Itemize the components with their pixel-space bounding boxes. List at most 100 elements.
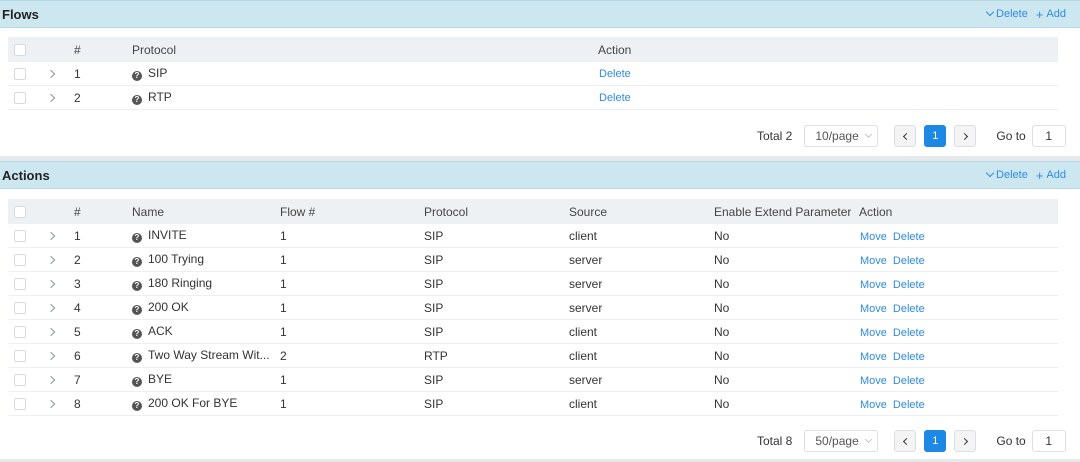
table-row: 2 ? RTP Delete xyxy=(8,86,1058,110)
goto-page-input[interactable]: 1 xyxy=(1031,430,1066,452)
delete-link[interactable]: Delete xyxy=(893,399,925,411)
col-flow: Flow # xyxy=(280,204,316,219)
delete-link[interactable]: Delete xyxy=(893,279,925,291)
col-num: # xyxy=(74,204,81,219)
move-link[interactable]: Move xyxy=(860,255,887,267)
question-circle-icon: ? xyxy=(132,304,142,315)
chevron-right-icon[interactable] xyxy=(46,303,56,312)
table-row: 6 ? Two Way Stream Wit... 2 RTP client No Move D… xyxy=(8,344,1058,368)
actions-table-body: 1 ? INVITE 1 SIP client No Move Delete 2 ? 100 Tryi… xyxy=(8,224,1058,416)
row-protocol: SIP xyxy=(424,324,444,339)
row-checkbox[interactable] xyxy=(14,397,26,410)
row-num: 3 xyxy=(74,276,81,291)
prev-page-button[interactable] xyxy=(894,430,917,452)
next-page-button[interactable] xyxy=(954,430,977,452)
move-link[interactable]: Move xyxy=(860,375,887,387)
move-link[interactable]: Move xyxy=(860,279,887,291)
row-name: ? INVITE xyxy=(132,228,187,243)
page-size-select[interactable]: 10/page xyxy=(804,125,879,147)
chevron-right-icon[interactable] xyxy=(46,69,56,78)
chevron-right-icon[interactable] xyxy=(46,279,56,288)
delete-link[interactable]: Delete xyxy=(893,231,925,243)
row-actions: Move Delete xyxy=(860,229,925,243)
chevron-right-icon[interactable] xyxy=(46,399,56,408)
flows-add-button[interactable]: + Add xyxy=(1036,8,1066,21)
question-circle-icon: ? xyxy=(132,352,142,363)
page-size-select[interactable]: 50/page xyxy=(804,430,879,452)
col-protocol: Protocol xyxy=(132,42,177,57)
flows-table-header: # Protocol Action xyxy=(8,37,1058,62)
row-name: ? Two Way Stream Wit... xyxy=(132,348,270,363)
actions-header: Actions Delete + Add xyxy=(0,161,1080,189)
row-num: 8 xyxy=(74,396,81,411)
row-checkbox[interactable] xyxy=(14,373,26,386)
chevron-left-icon xyxy=(902,132,910,140)
actions-title: Actions xyxy=(2,167,50,183)
row-checkbox[interactable] xyxy=(14,91,26,104)
delete-link[interactable]: Delete xyxy=(599,92,631,104)
row-actions: Move Delete xyxy=(860,277,925,291)
chevron-right-icon[interactable] xyxy=(46,93,56,102)
chevron-right-icon[interactable] xyxy=(46,351,56,360)
actions-delete-button[interactable]: Delete xyxy=(985,168,1028,181)
chevron-right-icon[interactable] xyxy=(46,375,56,384)
flows-header-actions: Delete + Add xyxy=(985,7,1066,21)
chevron-right-icon[interactable] xyxy=(46,327,56,336)
row-extend-param: No xyxy=(714,324,730,339)
row-protocol: SIP xyxy=(424,372,444,387)
question-circle-icon: ? xyxy=(132,256,142,267)
chevron-down-icon xyxy=(985,168,995,178)
page-1-button[interactable]: 1 xyxy=(924,125,947,147)
next-page-button[interactable] xyxy=(954,125,977,147)
row-actions: Move Delete xyxy=(860,301,925,315)
row-actions: Move Delete xyxy=(860,397,925,411)
select-all-checkbox[interactable] xyxy=(14,205,26,218)
row-name: ? 200 OK xyxy=(132,300,189,315)
move-link[interactable]: Move xyxy=(860,399,887,411)
move-link[interactable]: Move xyxy=(860,303,887,315)
table-row: 8 ? 200 OK For BYE 1 SIP client No Move Delete xyxy=(8,392,1058,416)
row-name: ? 100 Trying xyxy=(132,252,204,267)
prev-page-button[interactable] xyxy=(894,125,917,147)
delete-link[interactable]: Delete xyxy=(893,303,925,315)
row-checkbox[interactable] xyxy=(14,301,26,314)
delete-link[interactable]: Delete xyxy=(893,375,925,387)
goto-page-input[interactable]: 1 xyxy=(1031,125,1066,147)
row-checkbox[interactable] xyxy=(14,229,26,242)
select-all-checkbox[interactable] xyxy=(14,43,26,56)
row-checkbox[interactable] xyxy=(14,277,26,290)
row-checkbox[interactable] xyxy=(14,325,26,338)
row-name: ? ACK xyxy=(132,324,173,339)
row-source: client xyxy=(569,228,598,243)
chevron-right-icon xyxy=(960,437,968,445)
delete-link[interactable]: Delete xyxy=(893,255,925,267)
delete-link[interactable]: Delete xyxy=(893,351,925,363)
page-1-button[interactable]: 1 xyxy=(924,430,947,452)
actions-add-button[interactable]: + Add xyxy=(1036,169,1066,182)
actions-table: # Name Flow # Protocol Source Enable Ext… xyxy=(8,199,1058,416)
row-name: ? 180 Ringing xyxy=(132,276,212,291)
row-checkbox[interactable] xyxy=(14,349,26,362)
row-actions: Move Delete xyxy=(860,349,925,363)
flows-delete-button[interactable]: Delete xyxy=(985,7,1028,20)
row-name: ? BYE xyxy=(132,372,172,387)
row-source: client xyxy=(569,348,598,363)
chevron-right-icon[interactable] xyxy=(46,255,56,264)
delete-link[interactable]: Delete xyxy=(599,68,631,80)
delete-link[interactable]: Delete xyxy=(893,327,925,339)
actions-header-actions: Delete + Add xyxy=(985,168,1066,182)
row-protocol: ? RTP xyxy=(132,90,172,105)
row-extend-param: No xyxy=(714,252,730,267)
move-link[interactable]: Move xyxy=(860,327,887,339)
row-checkbox[interactable] xyxy=(14,67,26,80)
row-num: 5 xyxy=(74,324,81,339)
chevron-right-icon[interactable] xyxy=(46,231,56,240)
move-link[interactable]: Move xyxy=(860,231,887,243)
row-extend-param: No xyxy=(714,300,730,315)
flows-title: Flows xyxy=(2,6,39,22)
row-source: server xyxy=(569,372,603,387)
flows-header: Flows Delete + Add xyxy=(0,0,1080,28)
flows-table: # Protocol Action 1 ? SIP Delete 2 ? RTP D… xyxy=(8,37,1058,110)
move-link[interactable]: Move xyxy=(860,351,887,363)
row-checkbox[interactable] xyxy=(14,253,26,266)
